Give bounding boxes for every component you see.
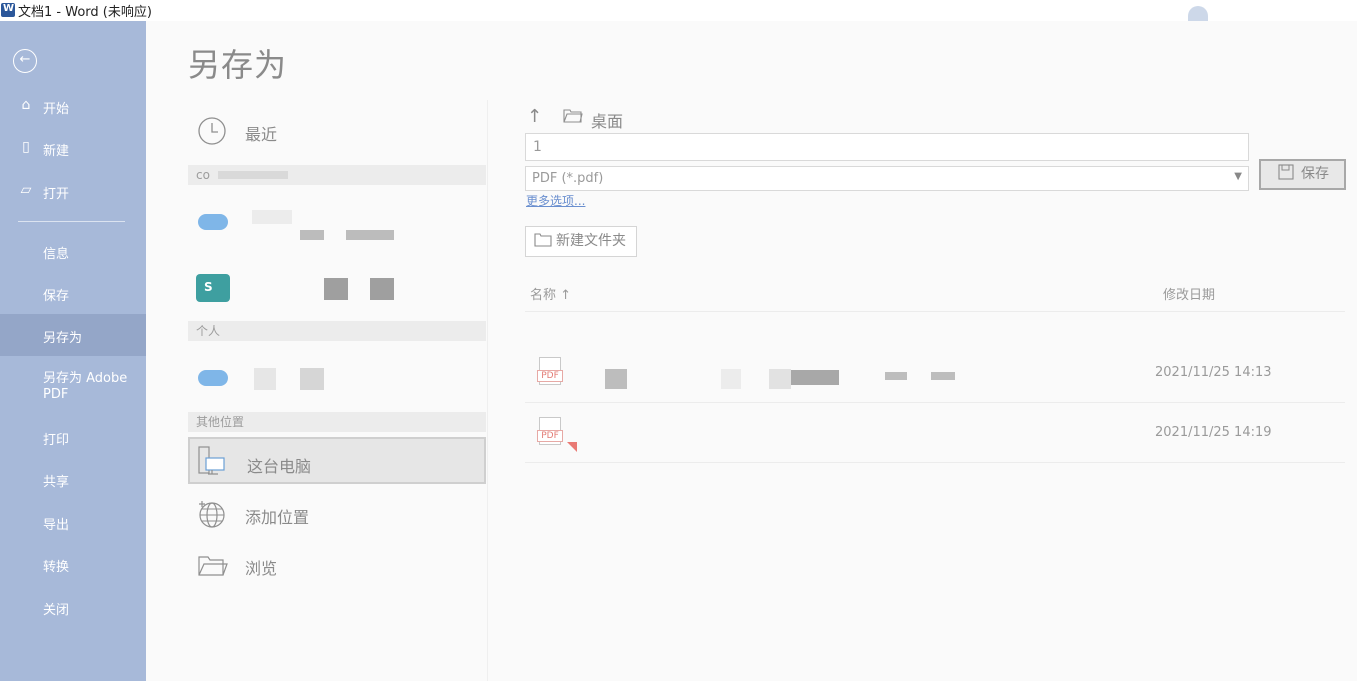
nav-item-share[interactable]: 共享 xyxy=(0,458,146,500)
file-row[interactable]: PDF 2021/11/25 14:19 xyxy=(525,403,1345,463)
open-folder-icon: ▱ xyxy=(20,182,32,198)
nav-item-new[interactable]: ▯ 新建 xyxy=(0,127,146,169)
nav-item-close[interactable]: 关闭 xyxy=(0,586,146,628)
save-button[interactable]: 保存 xyxy=(1259,159,1346,190)
column-name[interactable]: 名称 ↑ xyxy=(530,284,571,303)
pdf-file-icon: PDF xyxy=(537,417,577,452)
redacted-text xyxy=(885,372,907,380)
location-label: 浏览 xyxy=(245,559,278,578)
location-onedrive-company[interactable] xyxy=(188,192,486,258)
location-group-personal: 个人 xyxy=(188,321,486,341)
pane-divider xyxy=(487,100,488,681)
location-label: 添加位置 xyxy=(245,508,310,527)
up-arrow-icon[interactable]: ↑ xyxy=(527,106,542,127)
pdf-tag: PDF xyxy=(537,430,563,442)
new-folder-label: 新建文件夹 xyxy=(556,233,626,249)
globe-icon xyxy=(199,501,225,528)
filetype-value: PDF (*.pdf) xyxy=(532,171,604,186)
folder-icon xyxy=(563,108,583,128)
nav-item-label: 新建 xyxy=(43,144,70,159)
nav-divider xyxy=(18,221,125,222)
new-folder-button[interactable]: 新建文件夹 xyxy=(525,226,637,257)
home-icon: ⌂ xyxy=(21,97,31,113)
new-folder-icon xyxy=(534,227,552,256)
nav-item-info[interactable]: 信息 xyxy=(0,230,146,272)
new-document-icon: ▯ xyxy=(22,139,30,155)
file-modified-date: 2021/11/25 14:13 xyxy=(1155,365,1272,380)
file-row[interactable]: PDF 2021/11/25 14:13 xyxy=(525,343,1345,403)
location-onedrive-personal[interactable] xyxy=(188,356,486,402)
location-label: 这台电脑 xyxy=(247,457,312,476)
redacted-text xyxy=(324,278,348,300)
nav-item-label: 导出 xyxy=(43,518,70,533)
nav-item-label: 开始 xyxy=(43,102,70,117)
nav-item-save-as[interactable]: 另存为 xyxy=(0,314,146,356)
nav-item-label: 另存为 Adobe PDF xyxy=(43,371,128,402)
location-this-pc[interactable]: 这台电脑 xyxy=(188,437,486,484)
redacted-text xyxy=(370,278,394,300)
nav-item-save[interactable]: 保存 xyxy=(0,272,146,314)
redacted-text xyxy=(769,369,791,389)
redacted-text xyxy=(721,369,741,389)
nav-item-label: 转换 xyxy=(43,560,70,575)
nav-item-label: 关闭 xyxy=(43,603,70,618)
redacted-text xyxy=(254,368,276,390)
computer-icon xyxy=(198,446,225,475)
back-arrow-icon[interactable]: ← xyxy=(13,49,37,73)
redacted-text xyxy=(252,210,292,224)
file-list-header: 名称 ↑ 修改日期 xyxy=(525,280,1345,312)
location-recent[interactable]: 最近 xyxy=(188,107,486,153)
onedrive-cloud-icon xyxy=(198,370,228,386)
nav-item-export[interactable]: 导出 xyxy=(0,501,146,543)
pdf-file-icon: PDF xyxy=(537,357,563,389)
title-bar: 文档1 - Word (未响应) xyxy=(0,0,1357,21)
page-title: 另存为 xyxy=(188,46,288,84)
nav-item-print[interactable]: 打印 xyxy=(0,416,146,458)
redacted-text xyxy=(791,370,839,385)
save-button-label: 保存 xyxy=(1301,166,1329,182)
location-sharepoint[interactable]: S xyxy=(188,266,486,312)
location-add-place[interactable]: 添加位置 xyxy=(188,490,486,536)
pdf-corner-badge xyxy=(567,442,577,452)
nav-item-label: 另存为 xyxy=(43,331,83,346)
folder-icon xyxy=(198,556,228,576)
nav-item-label: 打印 xyxy=(43,433,70,448)
nav-item-save-as-adobe-pdf[interactable]: 另存为 Adobe PDF xyxy=(0,363,146,411)
file-modified-date: 2021/11/25 14:19 xyxy=(1155,425,1272,440)
word-backstage: 文档1 - Word (未响应) ← ⌂ 开始 ▯ 新建 ▱ 打开 信息 保存 … xyxy=(0,0,1357,681)
nav-item-label: 共享 xyxy=(43,475,70,490)
pdf-tag: PDF xyxy=(537,370,563,382)
redacted-text xyxy=(346,230,394,240)
nav-item-label: 保存 xyxy=(43,289,70,304)
backstage-nav: ← ⌂ 开始 ▯ 新建 ▱ 打开 信息 保存 另存为 另存为 Adobe PDF… xyxy=(0,21,146,681)
nav-item-home[interactable]: ⌂ 开始 xyxy=(0,85,146,127)
redacted-text xyxy=(931,372,955,380)
redacted-text xyxy=(300,368,324,390)
avatar[interactable] xyxy=(1188,6,1208,21)
location-group-other: 其他位置 xyxy=(188,412,486,432)
current-path[interactable]: 桌面 xyxy=(591,108,623,132)
sharepoint-icon: S xyxy=(196,274,230,302)
save-disk-icon xyxy=(1278,161,1294,188)
filename-input[interactable] xyxy=(525,133,1249,161)
window-title: 文档1 - Word (未响应) xyxy=(18,5,152,20)
nav-item-convert[interactable]: 转换 xyxy=(0,543,146,585)
chevron-down-icon: ▼ xyxy=(1234,171,1242,182)
onedrive-cloud-icon xyxy=(198,214,228,230)
nav-item-label: 信息 xyxy=(43,247,70,262)
word-logo-icon xyxy=(1,3,15,17)
column-modified-date[interactable]: 修改日期 xyxy=(1163,284,1215,303)
redacted-text xyxy=(300,230,324,240)
location-browse[interactable]: 浏览 xyxy=(188,541,486,587)
nav-item-label: 打开 xyxy=(43,187,70,202)
redacted-text xyxy=(605,369,627,389)
redacted-text xyxy=(218,171,288,179)
filetype-select[interactable]: PDF (*.pdf) ▼ xyxy=(525,166,1249,191)
nav-item-open[interactable]: ▱ 打开 xyxy=(0,170,146,212)
more-options-link[interactable]: 更多选项... xyxy=(526,192,585,209)
location-label: 最近 xyxy=(245,125,278,144)
clock-icon xyxy=(198,117,226,145)
